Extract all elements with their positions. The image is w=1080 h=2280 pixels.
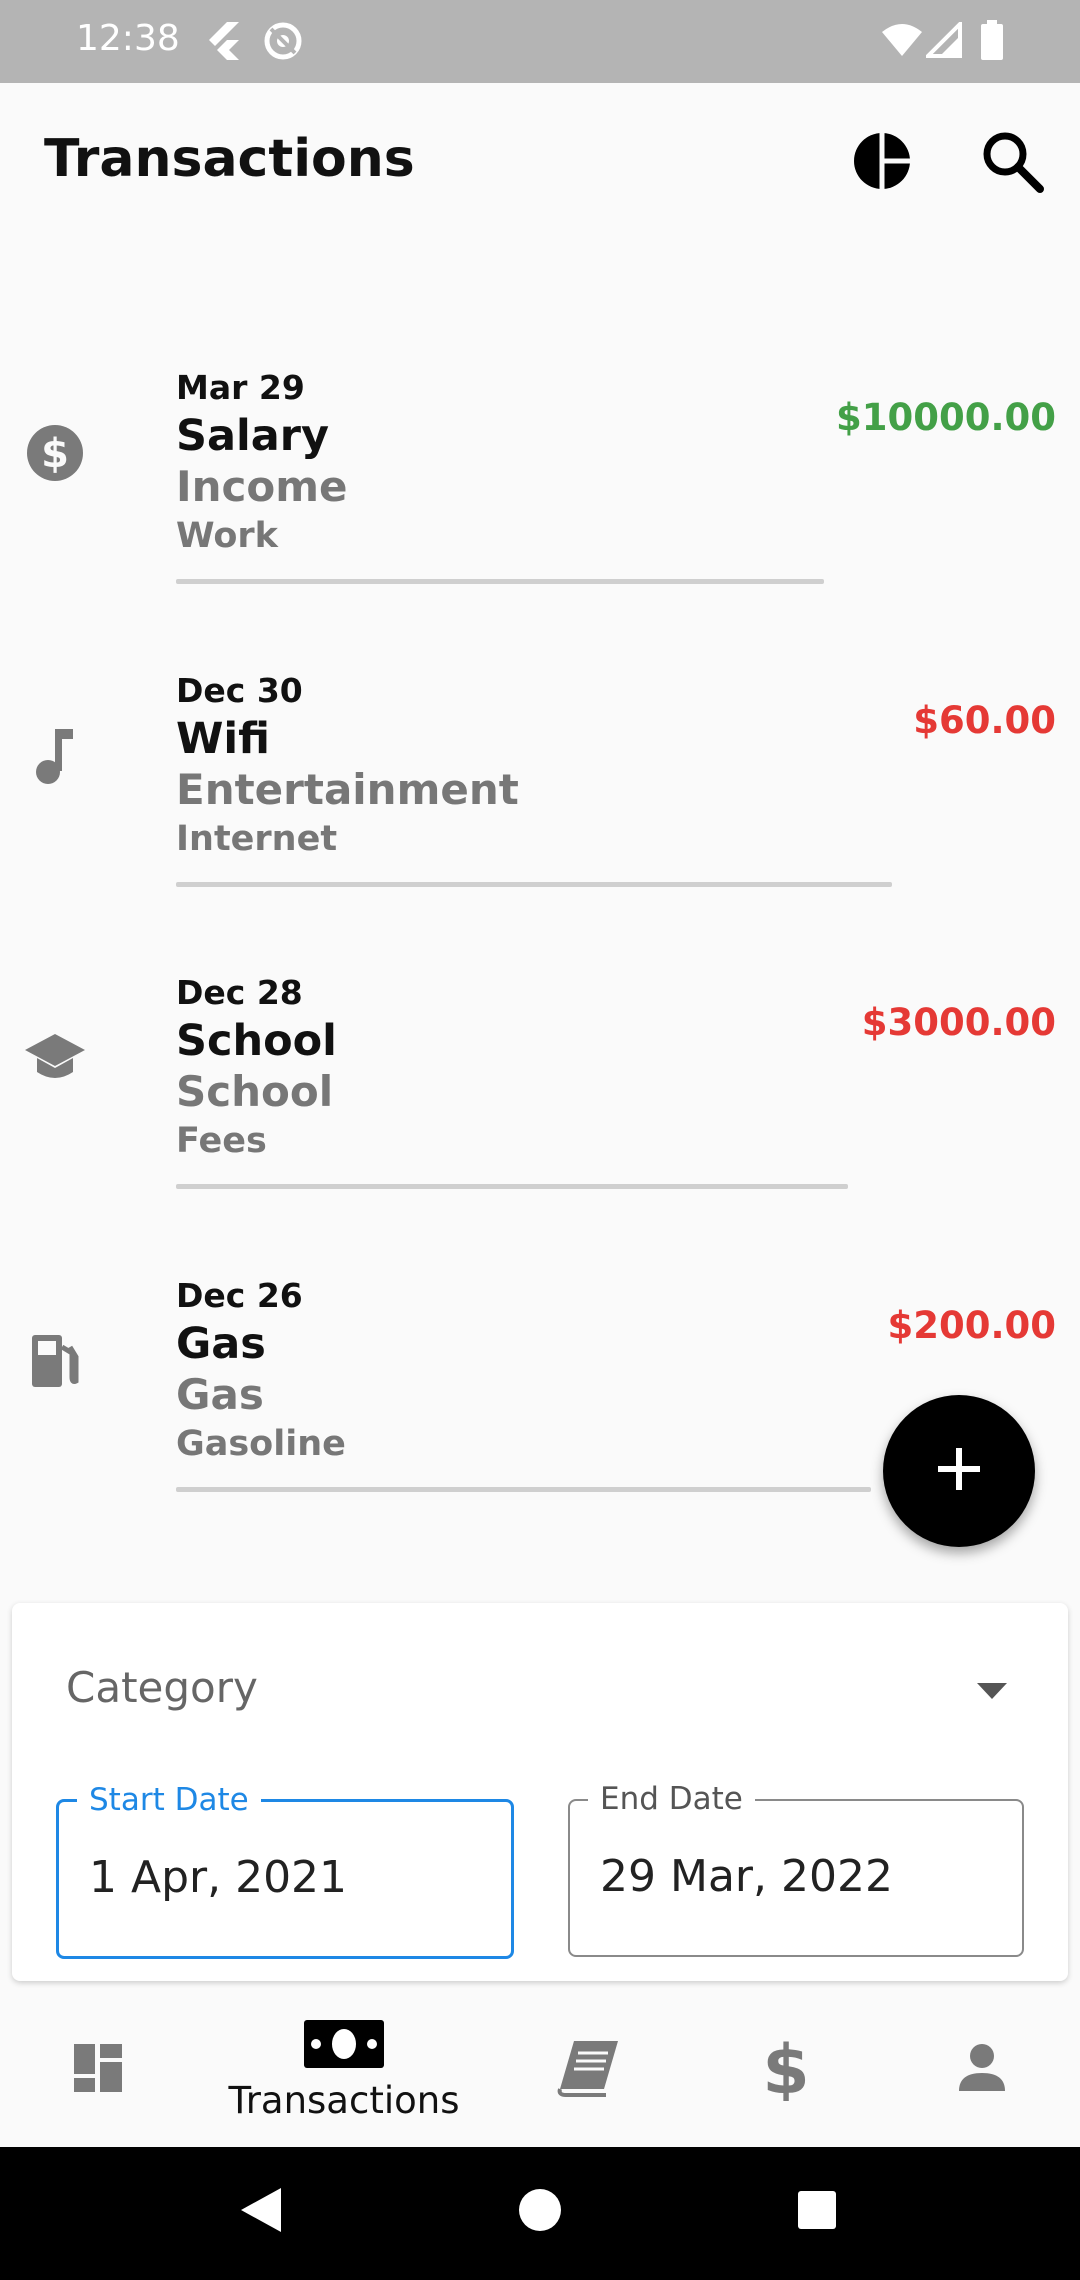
flutter-icon (205, 20, 241, 65)
sync-icon (262, 20, 304, 67)
back-triangle-icon (237, 2186, 283, 2239)
search-icon (980, 129, 1044, 198)
start-date-value: 1 Apr, 2021 (89, 1852, 348, 1903)
signal-icon (923, 19, 962, 63)
transaction-name: School (176, 1016, 337, 1066)
nav-transactions[interactable]: Transactions (228, 1993, 460, 2147)
filter-panel: Category Start Date 1 Apr, 2021 End Date… (12, 1603, 1068, 1981)
book-icon (556, 2039, 620, 2102)
start-date-label: Start Date (77, 1782, 261, 1818)
divider (176, 1184, 848, 1189)
end-date-value: 29 Mar, 2022 (600, 1851, 893, 1902)
divider (176, 1487, 871, 1492)
transaction-name: Salary (176, 411, 329, 461)
transaction-row[interactable]: $ Mar 29 Salary Income Work $10000.00 (0, 368, 1080, 668)
transaction-date: Dec 30 (176, 671, 303, 710)
transaction-subcategory: Gasoline (176, 1424, 346, 1464)
home-circle-icon (517, 2187, 563, 2238)
transaction-name: Gas (176, 1319, 266, 1369)
home-button[interactable] (505, 2177, 575, 2247)
transaction-subcategory: Internet (176, 819, 338, 859)
transaction-date: Dec 26 (176, 1276, 303, 1315)
bottom-navigation: Transactions $ (0, 1993, 1080, 2147)
start-date-field[interactable]: Start Date 1 Apr, 2021 (56, 1782, 514, 1959)
nav-profile[interactable] (942, 1993, 1022, 2147)
page-title: Transactions (44, 129, 415, 189)
search-button[interactable] (972, 123, 1052, 203)
end-date-field[interactable]: End Date 29 Mar, 2022 (568, 1781, 1024, 1957)
recents-button[interactable] (782, 2177, 852, 2247)
pie-chart-icon (852, 131, 912, 196)
dashboard-icon (72, 2042, 124, 2099)
transaction-amount: $10000.00 (835, 396, 1056, 439)
nav-dashboard[interactable] (58, 1993, 138, 2147)
dollar-icon: $ (762, 2031, 809, 2110)
person-icon (957, 2043, 1007, 2098)
transactions-list[interactable]: $ Mar 29 Salary Income Work $10000.00 De… (0, 238, 1080, 1603)
transaction-subcategory: Fees (176, 1121, 267, 1161)
graduation-cap-icon (20, 1023, 90, 1093)
transaction-category: Gas (176, 1370, 264, 1419)
nav-budget[interactable]: $ (746, 1993, 826, 2147)
transaction-category: School (176, 1067, 334, 1116)
recents-square-icon (796, 2189, 838, 2236)
statistics-button[interactable] (842, 123, 922, 203)
battery-icon (980, 20, 1004, 65)
wifi-icon (880, 22, 924, 63)
divider (176, 579, 824, 584)
transaction-category: Income (176, 462, 348, 511)
music-note-icon (20, 721, 90, 791)
dropdown-arrow-icon[interactable] (977, 1683, 1007, 1699)
nav-accounts[interactable] (548, 1993, 628, 2147)
plus-icon (936, 1446, 982, 1497)
transaction-row[interactable]: Dec 28 School School Fees $3000.00 (0, 973, 1080, 1273)
end-date-label: End Date (588, 1781, 755, 1817)
transaction-amount: $200.00 (887, 1304, 1056, 1347)
transaction-name: Wifi (176, 714, 271, 764)
transaction-category: Entertainment (176, 765, 519, 814)
system-navigation-bar (0, 2147, 1080, 2280)
transaction-row[interactable]: Dec 30 Wifi Entertainment Internet $60.0… (0, 671, 1080, 971)
svg-text:$: $ (41, 431, 69, 477)
back-button[interactable] (225, 2177, 295, 2247)
transaction-date: Mar 29 (176, 368, 305, 407)
transaction-date: Dec 28 (176, 973, 303, 1012)
transaction-amount: $60.00 (913, 699, 1056, 742)
money-bill-icon (302, 2018, 386, 2075)
status-bar: 12:38 (0, 0, 1080, 83)
status-time: 12:38 (76, 18, 180, 59)
transaction-amount: $3000.00 (861, 1001, 1056, 1044)
transaction-subcategory: Work (176, 516, 278, 556)
dollar-circle-icon: $ (20, 418, 90, 488)
app-bar: Transactions (0, 83, 1080, 238)
divider (176, 882, 892, 887)
svg-text:$: $ (764, 2035, 808, 2101)
category-dropdown-label[interactable]: Category (66, 1663, 258, 1712)
add-transaction-button[interactable] (883, 1395, 1035, 1547)
gas-station-icon (20, 1326, 90, 1396)
nav-transactions-label: Transactions (228, 2079, 460, 2122)
